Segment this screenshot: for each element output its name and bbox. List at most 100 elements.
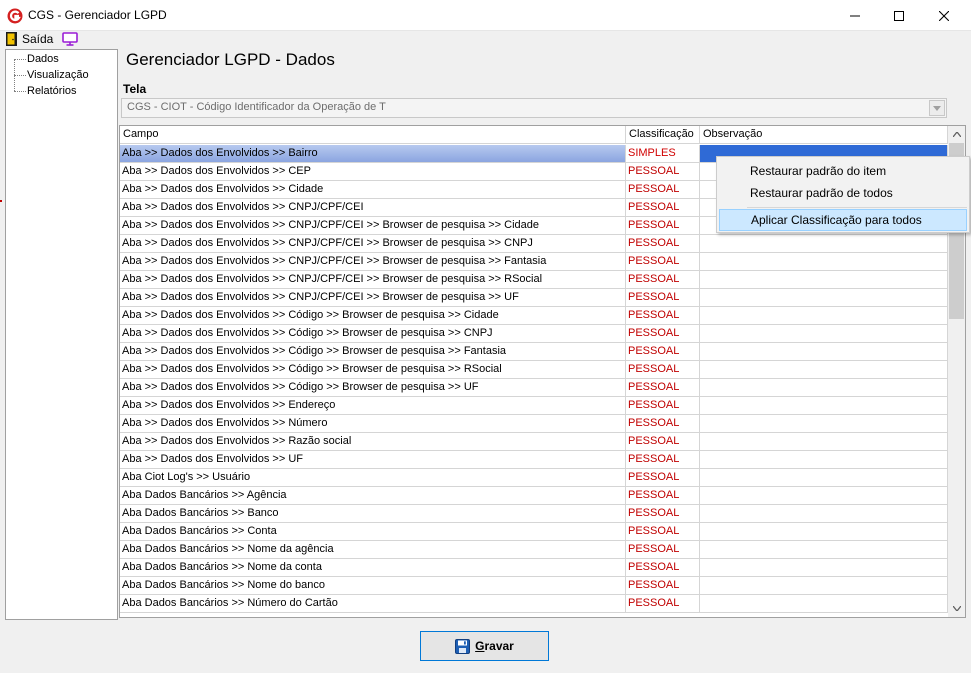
cell-observacao[interactable] <box>700 325 948 342</box>
cell-observacao[interactable] <box>700 379 948 396</box>
cell-classificacao[interactable]: PESSOAL <box>626 505 700 522</box>
tree-item-dados[interactable]: Dados <box>6 51 116 67</box>
cell-observacao[interactable] <box>700 487 948 504</box>
cell-campo[interactable]: Aba >> Dados dos Envolvidos >> Código >>… <box>120 361 626 378</box>
cell-campo[interactable]: Aba >> Dados dos Envolvidos >> Código >>… <box>120 325 626 342</box>
cell-classificacao[interactable]: PESSOAL <box>626 343 700 360</box>
cell-observacao[interactable] <box>700 271 948 288</box>
cell-observacao[interactable] <box>700 235 948 252</box>
table-row[interactable]: Aba Ciot Log's >> Usuário PESSOAL <box>120 469 948 487</box>
cell-campo[interactable]: Aba >> Dados dos Envolvidos >> Razão soc… <box>120 433 626 450</box>
cell-classificacao[interactable]: PESSOAL <box>626 163 700 180</box>
table-row[interactable]: Aba Dados Bancários >> Banco PESSOAL <box>120 505 948 523</box>
cell-campo[interactable]: Aba >> Dados dos Envolvidos >> Cidade <box>120 181 626 198</box>
maximize-button[interactable] <box>876 0 922 31</box>
table-row[interactable]: Aba >> Dados dos Envolvidos >> Razão soc… <box>120 433 948 451</box>
table-row[interactable]: Aba >> Dados dos Envolvidos >> CNPJ/CPF/… <box>120 271 948 289</box>
cell-campo[interactable]: Aba >> Dados dos Envolvidos >> CNPJ/CPF/… <box>120 217 626 234</box>
cell-campo[interactable]: Aba Dados Bancários >> Agência <box>120 487 626 504</box>
cell-observacao[interactable] <box>700 415 948 432</box>
table-row[interactable]: Aba Dados Bancários >> Conta PESSOAL <box>120 523 948 541</box>
cell-classificacao[interactable]: PESSOAL <box>626 433 700 450</box>
cell-campo[interactable]: Aba >> Dados dos Envolvidos >> Número <box>120 415 626 432</box>
table-row[interactable]: Aba >> Dados dos Envolvidos >> Número PES… <box>120 415 948 433</box>
cell-classificacao[interactable]: PESSOAL <box>626 523 700 540</box>
cell-observacao[interactable] <box>700 559 948 576</box>
scroll-down-button[interactable] <box>948 600 965 617</box>
minimize-button[interactable] <box>832 0 878 31</box>
cell-campo[interactable]: Aba >> Dados dos Envolvidos >> CEP <box>120 163 626 180</box>
dropdown-button[interactable] <box>929 100 945 116</box>
cell-observacao[interactable] <box>700 577 948 594</box>
scroll-up-button[interactable] <box>948 126 965 143</box>
cell-classificacao[interactable]: SIMPLES <box>626 145 700 162</box>
cell-campo[interactable]: Aba Dados Bancários >> Nome da agência <box>120 541 626 558</box>
table-row[interactable]: Aba >> Dados dos Envolvidos >> Código >>… <box>120 325 948 343</box>
menu-exit[interactable]: Saída <box>22 32 53 46</box>
cell-observacao[interactable] <box>700 343 948 360</box>
menu-item-apply-all[interactable]: Aplicar Classificação para todos <box>719 209 967 231</box>
cell-campo[interactable]: Aba Dados Bancários >> Número do Cartão <box>120 595 626 612</box>
table-row[interactable]: Aba Dados Bancários >> Nome da conta PESS… <box>120 559 948 577</box>
cell-observacao[interactable] <box>700 307 948 324</box>
table-row[interactable]: Aba >> Dados dos Envolvidos >> CNPJ/CPF/… <box>120 235 948 253</box>
table-row[interactable]: Aba >> Dados dos Envolvidos >> Código >>… <box>120 379 948 397</box>
table-row[interactable]: Aba >> Dados dos Envolvidos >> Código >>… <box>120 343 948 361</box>
column-header-classificacao[interactable]: Classificação <box>626 126 700 144</box>
menu-item-restore-item[interactable]: Restaurar padrão do item <box>719 160 967 182</box>
cell-classificacao[interactable]: PESSOAL <box>626 487 700 504</box>
cell-classificacao[interactable]: PESSOAL <box>626 217 700 234</box>
cell-classificacao[interactable]: PESSOAL <box>626 325 700 342</box>
cell-campo[interactable]: Aba >> Dados dos Envolvidos >> CNPJ/CPF/… <box>120 289 626 306</box>
cell-observacao[interactable] <box>700 469 948 486</box>
menu-item-restore-all[interactable]: Restaurar padrão de todos <box>719 182 967 204</box>
cell-campo[interactable]: Aba >> Dados dos Envolvidos >> Bairro <box>120 145 626 162</box>
cell-campo[interactable]: Aba >> Dados dos Envolvidos >> Código >>… <box>120 307 626 324</box>
cell-observacao[interactable] <box>700 541 948 558</box>
cell-classificacao[interactable]: PESSOAL <box>626 451 700 468</box>
cell-classificacao[interactable]: PESSOAL <box>626 469 700 486</box>
table-row[interactable]: Aba >> Dados dos Envolvidos >> UF PESSOAL <box>120 451 948 469</box>
table-row[interactable]: Aba >> Dados dos Envolvidos >> CNPJ/CPF/… <box>120 289 948 307</box>
cell-campo[interactable]: Aba Dados Bancários >> Nome do banco <box>120 577 626 594</box>
table-row[interactable]: Aba >> Dados dos Envolvidos >> CNPJ/CPF/… <box>120 253 948 271</box>
table-row[interactable]: Aba Dados Bancários >> Nome da agência PE… <box>120 541 948 559</box>
cell-observacao[interactable] <box>700 433 948 450</box>
cell-classificacao[interactable]: PESSOAL <box>626 415 700 432</box>
cell-campo[interactable]: Aba Dados Bancários >> Conta <box>120 523 626 540</box>
column-header-campo[interactable]: Campo <box>120 126 626 144</box>
cell-classificacao[interactable]: PESSOAL <box>626 307 700 324</box>
monitor-icon[interactable] <box>62 32 78 46</box>
exit-door-icon[interactable] <box>6 32 17 46</box>
cell-classificacao[interactable]: PESSOAL <box>626 595 700 612</box>
cell-campo[interactable]: Aba >> Dados dos Envolvidos >> CNPJ/CPF/… <box>120 253 626 270</box>
cell-campo[interactable]: Aba >> Dados dos Envolvidos >> Endereço <box>120 397 626 414</box>
cell-campo[interactable]: Aba >> Dados dos Envolvidos >> CNPJ/CPF/… <box>120 271 626 288</box>
tela-select[interactable]: CGS - CIOT - Código Identificador da Ope… <box>121 98 947 118</box>
cell-observacao[interactable] <box>700 505 948 522</box>
table-row[interactable]: Aba >> Dados dos Envolvidos >> Código >>… <box>120 307 948 325</box>
cell-classificacao[interactable]: PESSOAL <box>626 253 700 270</box>
cell-campo[interactable]: Aba >> Dados dos Envolvidos >> CNPJ/CPF/… <box>120 235 626 252</box>
cell-campo[interactable]: Aba Ciot Log's >> Usuário <box>120 469 626 486</box>
cell-campo[interactable]: Aba >> Dados dos Envolvidos >> Código >>… <box>120 343 626 360</box>
cell-campo[interactable]: Aba Dados Bancários >> Banco <box>120 505 626 522</box>
cell-classificacao[interactable]: PESSOAL <box>626 577 700 594</box>
column-header-observacao[interactable]: Observação <box>700 126 948 144</box>
tree-item-visualizacao[interactable]: Visualização <box>6 67 116 83</box>
cell-classificacao[interactable]: PESSOAL <box>626 379 700 396</box>
cell-campo[interactable]: Aba >> Dados dos Envolvidos >> Código >>… <box>120 379 626 396</box>
cell-observacao[interactable] <box>700 595 948 612</box>
cell-classificacao[interactable]: PESSOAL <box>626 361 700 378</box>
cell-classificacao[interactable]: PESSOAL <box>626 541 700 558</box>
cell-classificacao[interactable]: PESSOAL <box>626 271 700 288</box>
cell-classificacao[interactable]: PESSOAL <box>626 181 700 198</box>
cell-observacao[interactable] <box>700 397 948 414</box>
cell-classificacao[interactable]: PESSOAL <box>626 289 700 306</box>
table-row[interactable]: Aba Dados Bancários >> Agência PESSOAL <box>120 487 948 505</box>
table-row[interactable]: Aba Dados Bancários >> Número do Cartão P… <box>120 595 948 613</box>
cell-classificacao[interactable]: PESSOAL <box>626 559 700 576</box>
cell-observacao[interactable] <box>700 451 948 468</box>
table-row[interactable]: Aba Dados Bancários >> Nome do banco PESS… <box>120 577 948 595</box>
table-row[interactable]: Aba >> Dados dos Envolvidos >> Código >>… <box>120 361 948 379</box>
